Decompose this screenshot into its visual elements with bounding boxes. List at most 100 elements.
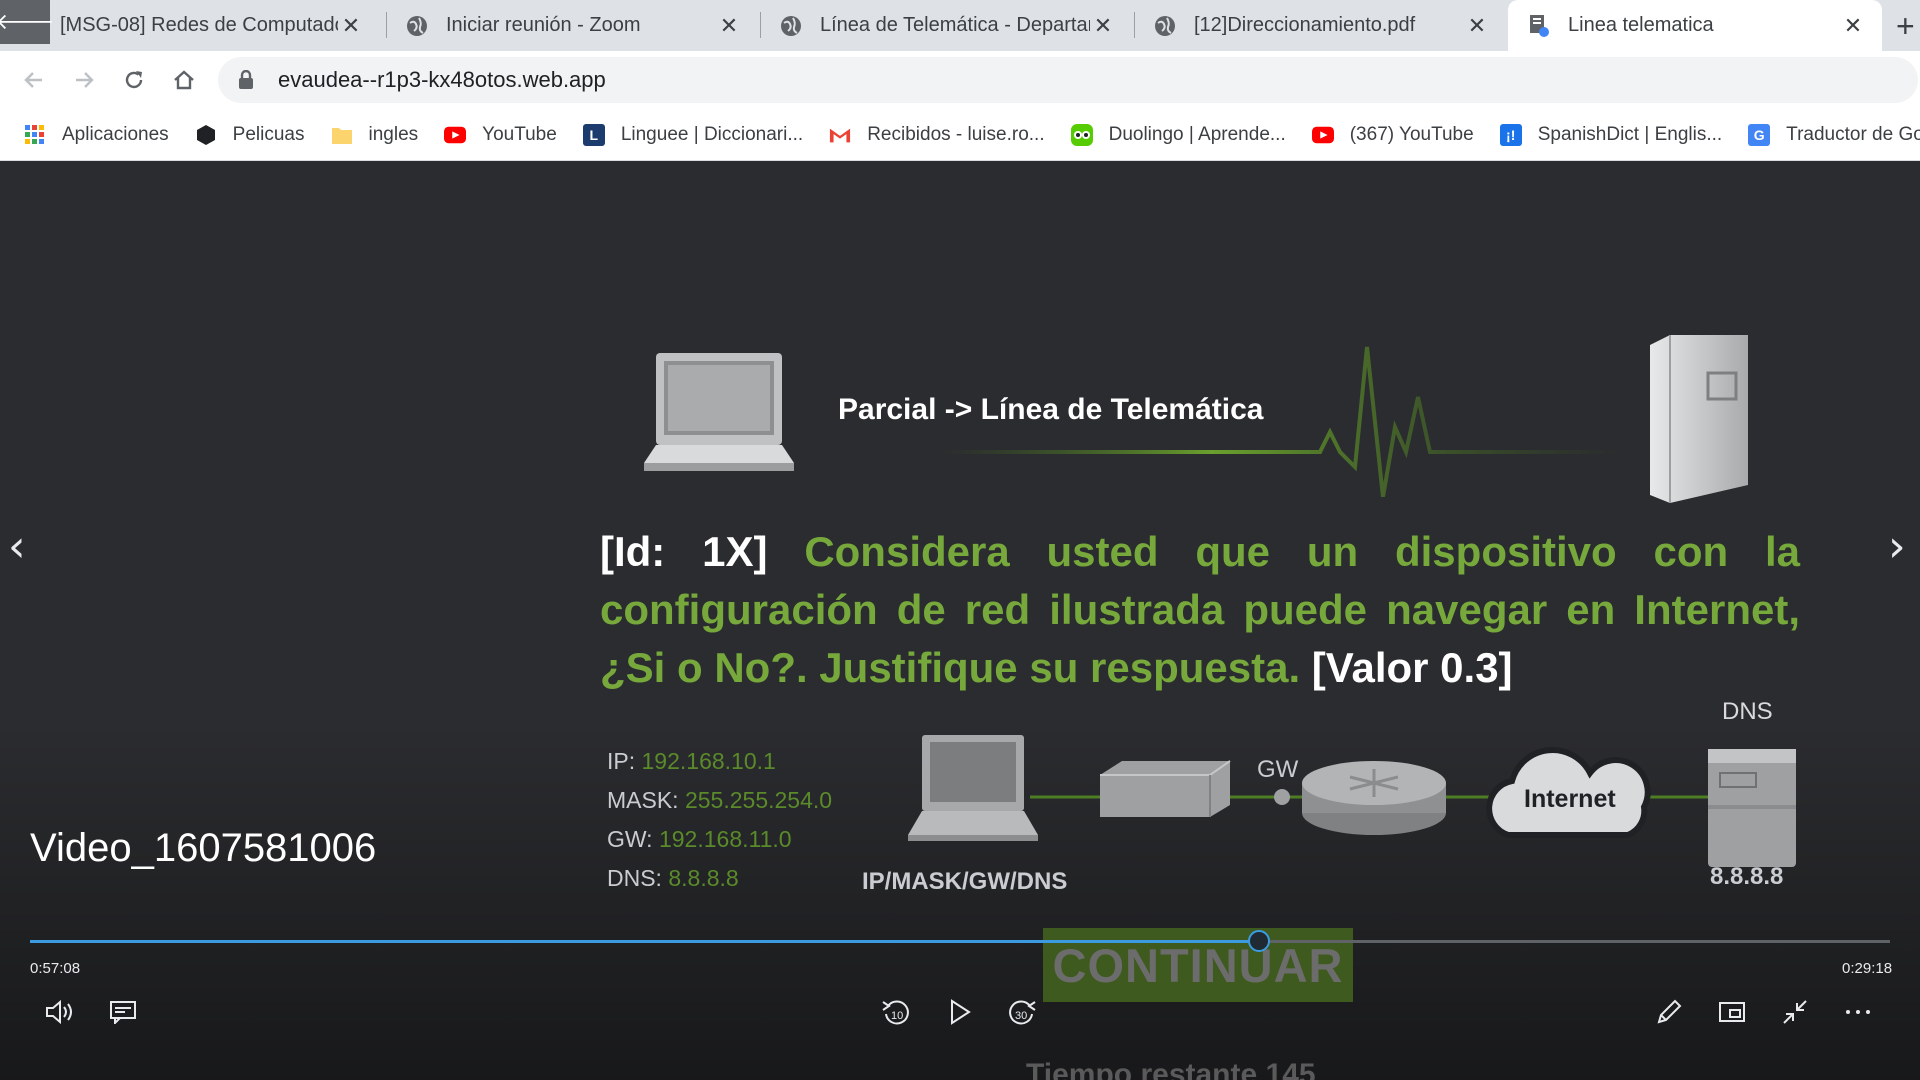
svg-text:10: 10 <box>891 1010 903 1022</box>
duolingo-icon <box>1070 123 1093 146</box>
picture-in-picture-icon <box>1719 1002 1745 1022</box>
forward-button[interactable] <box>64 60 104 100</box>
captions-icon <box>110 1001 136 1024</box>
tab-direccionamiento-pdf[interactable]: [12]Direccionamiento.pdf ✕ <box>1134 0 1506 51</box>
bookmark-label: ingles <box>368 123 419 145</box>
bookmark-youtube-367[interactable]: (367) YouTube <box>1311 123 1474 146</box>
tab-title: [MSG-08] Redes de Computadores <box>60 14 338 36</box>
bookmark-recibidos[interactable]: Recibidos - luise.ro... <box>829 124 1045 146</box>
bookmark-pelicuas[interactable]: Pelicuas <box>195 124 305 146</box>
rewind-10-button[interactable]: 10 <box>874 990 918 1034</box>
more-icon <box>1846 1010 1870 1014</box>
play-icon <box>951 999 971 1025</box>
bookmark-label: (367) YouTube <box>1349 123 1474 145</box>
gw-value: 192.168.11.0 <box>658 826 792 852</box>
reload-icon <box>125 71 143 89</box>
back-button[interactable] <box>14 60 54 100</box>
close-icon[interactable]: ✕ <box>1464 13 1490 39</box>
tab-linea-telematica[interactable]: Linea telematica ✕ <box>1508 0 1882 51</box>
video-player[interactable]: Parcial -> Línea de Telemática ‹ › [Id: … <box>0 161 1920 1080</box>
svg-text:30: 30 <box>1015 1010 1027 1022</box>
forward-30-icon: 30 <box>1009 1000 1036 1025</box>
network-diagram <box>908 735 1796 867</box>
bookmark-linguee[interactable]: L Linguee | Diccionari... <box>582 123 803 146</box>
tab-zoom[interactable]: Iniciar reunión - Zoom ✕ <box>386 0 758 51</box>
question-text-block: [Id: 1X] Considera usted que un disposit… <box>600 523 1800 697</box>
mask-value: 255.255.254.0 <box>684 787 833 813</box>
rewind-10-icon: 10 <box>882 1000 909 1025</box>
reload-button[interactable] <box>114 60 154 100</box>
gmail-icon <box>829 124 851 146</box>
progress-fill <box>30 940 1260 943</box>
bookmark-spanishdict[interactable]: ¡! SpanishDict | Englis... <box>1499 123 1723 146</box>
mask-label: MASK: <box>607 787 679 813</box>
globe-icon <box>406 15 428 37</box>
exit-fullscreen-button[interactable] <box>1773 990 1817 1034</box>
tab-linea-telematica-depto[interactable]: Línea de Telemática - Departamento ✕ <box>760 0 1132 51</box>
collapse-icon <box>1783 1000 1807 1024</box>
switch-icon <box>1100 760 1231 817</box>
bookmark-ingles[interactable]: ingles <box>331 123 419 146</box>
previous-slide-arrow[interactable]: ‹ <box>8 521 26 572</box>
youtube-icon <box>444 124 467 146</box>
close-icon[interactable]: ✕ <box>338 13 364 39</box>
bookmark-label: Pelicuas <box>232 123 305 145</box>
globe-icon <box>1154 15 1176 37</box>
forward-30-button[interactable]: 30 <box>1000 990 1044 1034</box>
tab-strip: [MSG-08] Redes de Computadores ✕ Iniciar… <box>0 0 1920 51</box>
close-icon[interactable]: ✕ <box>1090 13 1116 39</box>
tab-msg08[interactable]: [MSG-08] Redes de Computadores ✕ <box>0 0 380 51</box>
network-config-block: IP: 192.168.10.1 MASK: 255.255.254.0 GW:… <box>607 742 832 898</box>
tab-title: Linea telematica <box>1568 14 1714 36</box>
gateway-dot <box>1274 789 1290 805</box>
close-icon[interactable]: ✕ <box>1840 13 1866 39</box>
captions-button[interactable] <box>101 990 145 1034</box>
tab-title: Línea de Telemática - Departamento <box>820 14 1090 36</box>
video-title: Video_1607581006 <box>30 826 377 870</box>
gw-diagram-label: GW <box>1257 756 1299 783</box>
time-remaining-label: Tiempo restante 145 <box>1026 1058 1316 1080</box>
draw-button[interactable] <box>1647 990 1691 1034</box>
bookmark-aplicaciones[interactable]: Aplicaciones <box>24 124 169 146</box>
browser-toolbar: evaudea--r1p3-kx48otos.web.app <box>0 51 1920 109</box>
close-icon[interactable]: ✕ <box>716 13 742 39</box>
question-id: [Id: 1X] <box>600 528 768 575</box>
apps-grid-icon <box>24 124 46 146</box>
more-options-button[interactable] <box>1836 990 1880 1034</box>
arrow-left-icon <box>24 72 42 88</box>
question-body: Considera usted que un dispositivo con l… <box>600 528 1801 691</box>
address-bar[interactable]: evaudea--r1p3-kx48otos.web.app <box>218 57 1918 103</box>
home-button[interactable] <box>164 60 204 100</box>
volume-button[interactable] <box>38 990 82 1034</box>
new-tab-button[interactable]: + <box>1896 8 1915 45</box>
bookmark-label: SpanishDict | Englis... <box>1537 123 1723 145</box>
spanishdict-icon: ¡! <box>1499 123 1522 146</box>
internet-label: Internet <box>1524 785 1616 813</box>
next-slide-arrow[interactable]: › <box>1888 521 1906 572</box>
tab-title: Iniciar reunión - Zoom <box>446 14 641 36</box>
arrow-right-icon <box>76 72 94 88</box>
router-icon <box>1302 761 1446 835</box>
bookmark-label: Duolingo | Aprende... <box>1108 123 1286 145</box>
google-translate-icon: G <box>1748 123 1771 146</box>
home-icon <box>174 70 194 90</box>
bookmark-label: YouTube <box>482 123 557 145</box>
bookmark-duolingo[interactable]: Duolingo | Aprende... <box>1070 123 1286 146</box>
dns-value: 8.8.8.8 <box>668 865 739 891</box>
volume-icon <box>46 999 72 1025</box>
linguee-icon: L <box>582 123 605 146</box>
dns-server-label: DNS <box>1722 698 1773 725</box>
play-button[interactable] <box>938 990 982 1034</box>
client-laptop-icon <box>908 735 1038 841</box>
globe-icon <box>780 15 802 37</box>
folder-icon <box>331 124 353 146</box>
bookmark-youtube[interactable]: YouTube <box>444 124 557 146</box>
page-icon <box>1528 14 1550 37</box>
bookmark-traductor[interactable]: G Traductor de Google <box>1748 123 1920 146</box>
back-arrow-icon[interactable]: 🡐 <box>0 0 55 44</box>
gw-label: GW: <box>607 826 653 852</box>
mini-view-button[interactable] <box>1710 990 1754 1034</box>
youtube-icon <box>1311 124 1334 146</box>
ip-label: IP: <box>607 748 636 774</box>
tab-title: [12]Direccionamiento.pdf <box>1194 14 1416 36</box>
